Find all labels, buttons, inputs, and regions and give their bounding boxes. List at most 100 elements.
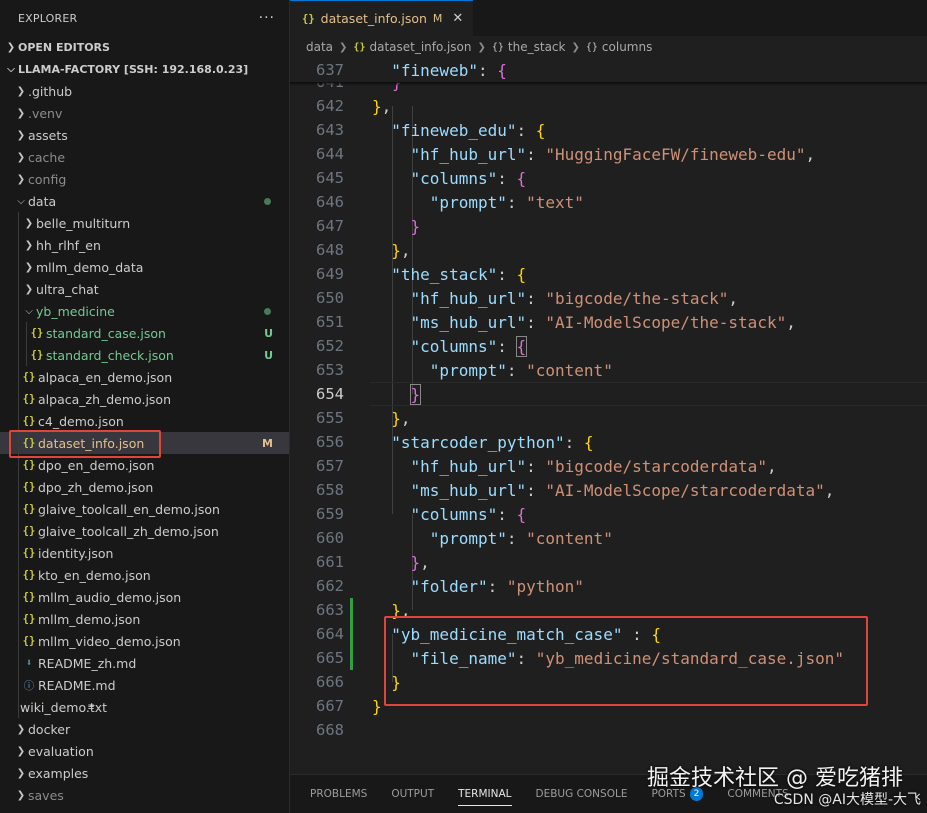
modified-dot-icon (264, 197, 271, 205)
tree-folder-mllm-demo-data[interactable]: ❯ mllm_demo_data (0, 256, 289, 278)
breadcrumb-item[interactable]: columns (602, 40, 652, 54)
tree-folder-assets[interactable]: ❯ assets (0, 124, 289, 146)
close-icon[interactable]: ✕ (452, 11, 463, 26)
info-file-icon: ⓘ (23, 679, 35, 692)
line-number: 644 (316, 145, 344, 163)
chevron-right-icon: ❯ (16, 151, 26, 163)
code-line: 668 (290, 718, 927, 742)
tree-folder-hh-rlhf-en[interactable]: ❯ hh_rlhf_en (0, 234, 289, 256)
tree-folder-belle-multiturn[interactable]: ❯ belle_multiturn (0, 212, 289, 234)
tree-file-dpo-en-demo[interactable]: {} dpo_en_demo.json (0, 454, 289, 476)
json-key: "hf_hub_url" (410, 144, 527, 164)
tree-file-dpo-zh-demo[interactable]: {} dpo_zh_demo.json (0, 476, 289, 498)
tree-folder-examples[interactable]: ❯ examples (0, 762, 289, 784)
object-icon: {} (585, 41, 598, 53)
tab-label: dataset_info.json (320, 11, 427, 26)
chevron-right-icon: ❯ (16, 723, 26, 735)
line-number: 657 (316, 457, 344, 475)
line-number: 667 (316, 697, 344, 715)
json-file-icon: {} (30, 349, 44, 361)
code-editor[interactable]: 641 } 642 }, 643 "fineweb_edu": { 644 "h… (290, 58, 927, 774)
code-line: 658 "ms_hub_url": "AI-ModelScope/starcod… (290, 478, 927, 502)
breadcrumb-item[interactable]: data (306, 40, 333, 54)
json-string: "AI-ModelScope/starcoderdata" (545, 480, 825, 500)
chevron-right-icon: ❯ (16, 85, 26, 97)
indent-guide (18, 608, 19, 630)
json-string: "bigcode/starcoderdata" (545, 456, 767, 476)
tree-folder-ultra-chat[interactable]: ❯ ultra_chat (0, 278, 289, 300)
chevron-down-icon: ⌵ (7, 63, 15, 75)
tree-folder-cache[interactable]: ❯ cache (0, 146, 289, 168)
tab-output[interactable]: OUTPUT (391, 775, 434, 813)
explorer-header: EXPLORER ··· (0, 0, 289, 36)
tree-file-dataset-info[interactable]: {} dataset_info.json M (0, 432, 289, 454)
tree-folder-yb-medicine[interactable]: ⌵ yb_medicine (0, 300, 289, 322)
line-number: 664 (316, 625, 344, 643)
json-key: "prompt" (429, 360, 507, 380)
indent-guide (18, 300, 19, 322)
line-number: 655 (316, 409, 344, 427)
watermark-text: 掘金技术社区 @ 爱吃猪排 (647, 766, 903, 791)
code-line: 643 "fineweb_edu": { (290, 118, 927, 142)
breadcrumb-item[interactable]: dataset_info.json (369, 40, 471, 54)
tree-file-mllm-video-demo[interactable]: {} mllm_video_demo.json (0, 630, 289, 652)
tree-file-glaive-toolcall-en[interactable]: {} glaive_toolcall_en_demo.json (0, 498, 289, 520)
workspace-section[interactable]: ⌵ LLAMA-FACTORY [SSH: 192.168.0.23] (0, 58, 289, 80)
json-file-icon: {} (22, 481, 36, 493)
tree-file-mllm-demo[interactable]: {} mllm_demo.json (0, 608, 289, 630)
tree-file-standard-check[interactable]: {} standard_check.json U (0, 344, 289, 366)
object-icon: {} (491, 41, 504, 53)
tree-folder-venv[interactable]: ❯ .venv (0, 102, 289, 124)
section-label: LLAMA-FACTORY [SSH: 192.168.0.23] (18, 62, 249, 76)
breadcrumb: data ❯ {} dataset_info.json ❯ {} the_sta… (290, 36, 927, 58)
tree-folder-config[interactable]: ❯ config (0, 168, 289, 190)
tree-file-glaive-toolcall-zh[interactable]: {} glaive_toolcall_zh_demo.json (0, 520, 289, 542)
tree-file-alpaca-zh-demo[interactable]: {} alpaca_zh_demo.json (0, 388, 289, 410)
code-line: 659 "columns": { (290, 502, 927, 526)
tree-label: cache (28, 149, 66, 165)
code-line: 645 "columns": { (290, 166, 927, 190)
tree-file-readme[interactable]: ⓘ README.md (0, 674, 289, 696)
json-string: "HuggingFaceFW/fineweb-edu" (545, 144, 806, 164)
tree-file-alpaca-en-demo[interactable]: {} alpaca_en_demo.json (0, 366, 289, 388)
code-line: 650 "hf_hub_url": "bigcode/the-stack", (290, 286, 927, 310)
chevron-right-icon: ❯ (24, 283, 34, 295)
indent-guide (18, 630, 19, 652)
tree-label: examples (28, 765, 89, 781)
tree-file-kto-en-demo[interactable]: {} kto_en_demo.json (0, 564, 289, 586)
tree-file-c4-demo[interactable]: {} c4_demo.json (0, 410, 289, 432)
tree-file-standard-case[interactable]: {} standard_case.json U (0, 322, 289, 344)
code-line: 657 "hf_hub_url": "bigcode/starcoderdata… (290, 454, 927, 478)
chevron-right-icon: ❯ (16, 107, 26, 119)
tab-debug-console[interactable]: DEBUG CONSOLE (536, 775, 628, 813)
line-number: 643 (316, 121, 344, 139)
tree-file-identity[interactable]: {} identity.json (0, 542, 289, 564)
more-actions-icon[interactable]: ··· (259, 10, 275, 26)
tree-file-readme-zh[interactable]: ⬇ README_zh.md (0, 652, 289, 674)
json-file-icon: {} (22, 503, 36, 515)
json-string: "bigcode/the-stack" (545, 288, 729, 308)
chevron-right-icon: ❯ (24, 239, 34, 251)
indent-guide (18, 586, 19, 608)
tab-dataset-info[interactable]: {} dataset_info.json M ✕ (290, 0, 474, 36)
tree-folder-saves[interactable]: ❯ saves (0, 784, 289, 806)
tree-label: dataset_info.json (38, 435, 145, 451)
json-file-icon: {} (30, 327, 44, 339)
line-number: 668 (316, 721, 344, 739)
tree-file-wiki-demo[interactable]: ≡ wiki_demo.txt (0, 696, 289, 718)
json-file-icon: {} (22, 547, 36, 559)
open-editors-section[interactable]: ❯ OPEN EDITORS (0, 36, 289, 58)
tree-folder-evaluation[interactable]: ❯ evaluation (0, 740, 289, 762)
tree-folder-data[interactable]: ⌵ data (0, 190, 289, 212)
sticky-scroll-line[interactable]: 637 "fineweb": { (290, 58, 927, 82)
breadcrumb-item[interactable]: the_stack (508, 40, 566, 54)
tree-folder-github[interactable]: ❯ .github (0, 80, 289, 102)
chevron-down-icon: ⌵ (17, 195, 25, 207)
tree-file-mllm-audio-demo[interactable]: {} mllm_audio_demo.json (0, 586, 289, 608)
tree-folder-docker[interactable]: ❯ docker (0, 718, 289, 740)
section-label: OPEN EDITORS (18, 40, 110, 54)
tab-terminal[interactable]: TERMINAL (458, 775, 512, 813)
tab-problems[interactable]: PROBLEMS (310, 775, 367, 813)
highlight-annotation-box (384, 616, 868, 706)
markdown-file-icon: ⬇ (25, 657, 33, 669)
